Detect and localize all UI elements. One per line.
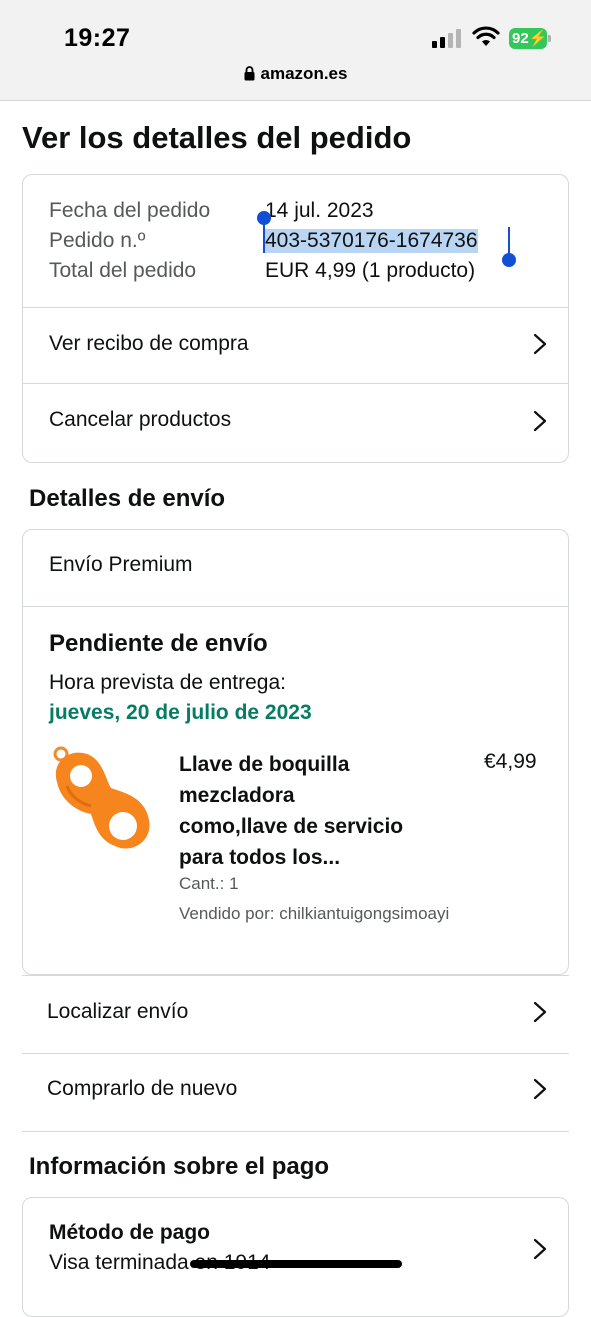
selection-end-handle[interactable] (502, 253, 516, 267)
battery-cap (548, 35, 551, 42)
order-date-label: Fecha del pedido (49, 199, 211, 222)
chevron-right-icon (533, 1001, 547, 1023)
cellular-signal-icon (432, 29, 461, 48)
buy-again-row[interactable]: Comprarlo de nuevo (22, 1054, 569, 1131)
product-image[interactable] (49, 742, 153, 854)
divider (22, 1131, 569, 1132)
view-receipt-row[interactable]: Ver recibo de compra (23, 307, 568, 384)
product-title-line: Llave de boquilla (179, 753, 350, 776)
product-title-line: mezcladora (179, 784, 295, 807)
payment-method-label: Método de pago (49, 1221, 210, 1244)
battery-level: 92 (512, 30, 529, 47)
order-summary-card: Fecha del pedido 14 jul. 2023 Pedido n.º… (22, 174, 569, 463)
page-title: Ver los detalles del pedido (22, 120, 412, 155)
cancel-products-label: Cancelar productos (49, 408, 232, 431)
eta-date: jueves, 20 de julio de 2023 (49, 701, 312, 724)
order-date-value: 14 jul. 2023 (265, 199, 374, 222)
order-total-label: Total del pedido (49, 259, 197, 282)
address-bar[interactable]: amazon.es (0, 64, 591, 84)
product-quantity: Cant.: 1 (179, 874, 239, 893)
chevron-right-icon (533, 333, 547, 355)
divider (23, 606, 568, 607)
track-shipment-label: Localizar envío (47, 1000, 189, 1023)
shipment-status: Pendiente de envío (49, 630, 268, 657)
product-price: €4,99 (484, 750, 537, 773)
wifi-icon (472, 26, 500, 46)
payment-method-card[interactable]: Método de pago Visa terminada en 1914 (22, 1197, 569, 1317)
shipping-heading: Detalles de envío (29, 485, 226, 512)
browser-status-bar: 19:27 92⚡ amazon.es (0, 0, 591, 101)
view-receipt-label: Ver recibo de compra (49, 332, 249, 355)
battery-indicator: 92⚡ (509, 28, 547, 49)
chevron-right-icon (533, 410, 547, 432)
chevron-right-icon (533, 1078, 547, 1100)
shipping-method: Envío Premium (49, 553, 193, 576)
order-number-value[interactable]: 403-5370176-1674736 (265, 229, 478, 253)
eta-label: Hora prevista de entrega: (49, 671, 286, 694)
url-text: amazon.es (260, 64, 348, 83)
product-title[interactable]: Llave de boquilla mezcladora como,llave … (179, 749, 403, 873)
product-seller: Vendido por: chilkiantuigongsimoayi (179, 904, 450, 923)
order-total-value: EUR 4,99 (1 producto) (265, 259, 476, 282)
product-title-line: como,llave de servicio (179, 815, 404, 838)
selection-start-handle[interactable] (257, 211, 271, 225)
clock: 19:27 (64, 24, 131, 52)
home-indicator[interactable] (190, 1260, 402, 1268)
chevron-right-icon (533, 1238, 547, 1260)
shipment-card: Envío Premium Pendiente de envío Hora pr… (22, 529, 569, 975)
track-shipment-row[interactable]: Localizar envío (22, 976, 569, 1053)
buy-again-label: Comprarlo de nuevo (47, 1077, 238, 1100)
charging-bolt-icon: ⚡ (528, 30, 548, 47)
payment-heading: Información sobre el pago (29, 1153, 330, 1180)
order-number-label: Pedido n.º (49, 229, 146, 252)
cancel-products-row[interactable]: Cancelar productos (23, 383, 568, 462)
product-title-line: para todos los... (179, 846, 341, 869)
lock-icon (244, 66, 255, 81)
